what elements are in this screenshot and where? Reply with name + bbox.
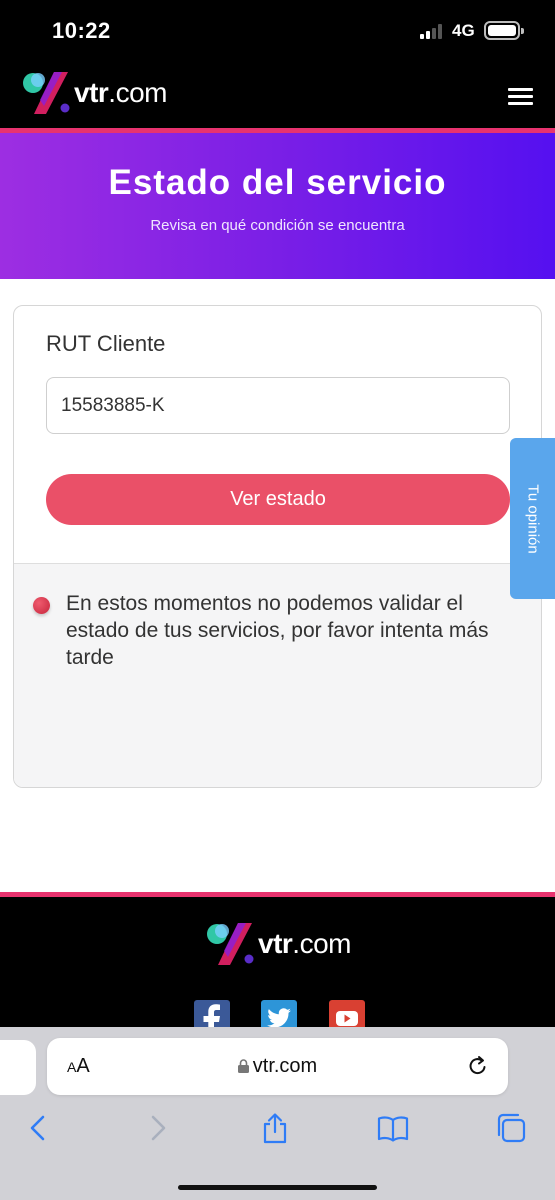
back-icon[interactable]	[21, 1111, 55, 1145]
vtr-logo-mark-icon	[20, 70, 72, 116]
page-banner: Estado del servicio Revisa en qué condic…	[0, 133, 555, 279]
logo-text: vtr.com	[74, 77, 167, 108]
network-type: 4G	[452, 21, 475, 40]
forward-icon[interactable]	[141, 1111, 175, 1145]
hamburger-icon[interactable]	[508, 88, 533, 106]
vtr-logo[interactable]: vtr.com	[20, 70, 167, 116]
status-message: En estos momentos no podemos validar el …	[66, 592, 489, 669]
browser-toolbar: AA vtr.com	[0, 1027, 555, 1200]
footer-logo-mark-icon	[204, 921, 256, 967]
page-title: Estado del servicio	[108, 163, 447, 202]
status-result-panel: En estos momentos no podemos validar el …	[14, 563, 541, 787]
ver-estado-button[interactable]: Ver estado	[46, 474, 510, 525]
page-subtitle: Revisa en qué condición se encuentra	[150, 217, 405, 234]
previous-tab-preview[interactable]	[0, 1040, 36, 1095]
footer-vtr-logo[interactable]: vtr.com	[204, 921, 351, 967]
rut-input[interactable]	[46, 377, 510, 434]
tabs-icon[interactable]	[494, 1111, 528, 1145]
status-time: 10:22	[52, 18, 111, 43]
site-footer: vtr.com	[0, 897, 555, 1037]
home-indicator	[178, 1185, 377, 1190]
feedback-tab[interactable]: Tu opinión	[510, 438, 555, 599]
lock-icon	[237, 1056, 249, 1073]
site-header: vtr.com	[0, 62, 555, 128]
rut-label: RUT Cliente	[46, 331, 166, 356]
signal-strength-icon	[420, 23, 446, 39]
status-bar: 10:22 4G	[0, 0, 555, 62]
feedback-tab-label: Tu opinión	[524, 483, 541, 554]
url-display[interactable]: vtr.com	[47, 1055, 508, 1078]
status-indicator-icon	[33, 597, 50, 614]
url-text: vtr.com	[252, 1055, 318, 1077]
address-bar[interactable]: AA vtr.com	[47, 1038, 508, 1095]
share-icon[interactable]	[258, 1111, 292, 1145]
bookmarks-icon[interactable]	[376, 1111, 410, 1145]
battery-icon	[484, 21, 524, 40]
service-status-card: RUT Cliente Ver estado En estos momentos…	[13, 305, 542, 788]
footer-logo-text: vtr.com	[258, 928, 351, 959]
reload-icon[interactable]	[466, 1054, 490, 1078]
